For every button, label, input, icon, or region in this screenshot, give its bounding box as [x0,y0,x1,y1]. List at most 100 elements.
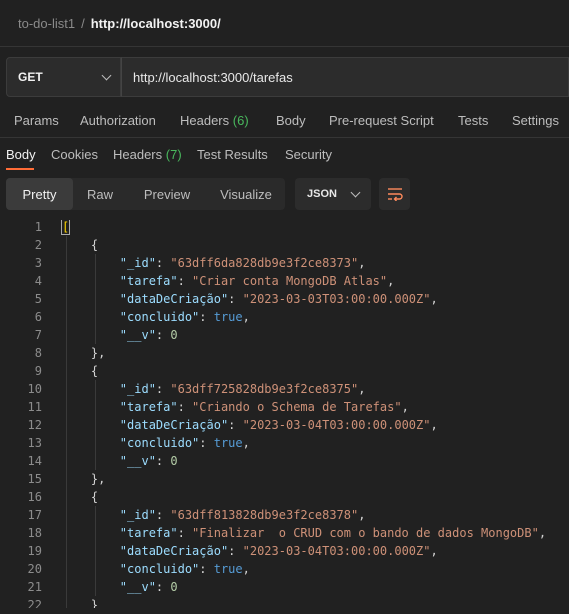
tab-settings[interactable]: Settings [512,113,559,128]
view-mode-group: Pretty Raw Preview Visualize [6,178,285,210]
line-number: 4 [34,274,42,288]
response-tab-cookies[interactable]: Cookies [51,147,98,162]
format-label: JSON [307,188,337,200]
json-token: "concluido" [119,310,200,324]
json-token: "2023-03-04T03:00:00.000Z" [242,418,431,432]
view-preview-button[interactable]: Preview [131,178,203,210]
response-tab-headers[interactable]: Headers (7) [113,147,182,162]
view-raw-button[interactable]: Raw [73,178,127,210]
json-token: } [62,598,99,608]
json-token: "_id" [119,256,156,270]
code-line: 21 "__v": 0 [0,580,569,598]
json-token: , [430,418,438,432]
code-line: 3 "_id": "63dff6da828db9e3f2ce8373", [0,256,569,274]
line-number: 12 [27,418,42,432]
code-line: 16 { [0,490,569,508]
json-token: : [228,544,243,558]
wrap-lines-button[interactable] [379,178,410,210]
code-text: } [62,598,98,608]
json-token: "__v" [119,454,156,468]
json-token: , [242,436,250,450]
response-tab-headers-count: (7) [165,147,182,162]
tab-pre-request-script[interactable]: Pre-request Script [329,113,434,128]
breadcrumb: to-do-list1 / http://localhost:3000/ [0,0,569,47]
response-tab-test-results[interactable]: Test Results [197,147,268,162]
json-token: { [62,490,99,504]
line-number: 3 [34,256,42,270]
line-number: 18 [27,526,42,540]
json-token: : [199,436,214,450]
code-text: "_id": "63dff813828db9e3f2ce8378", [62,508,366,522]
code-line: 20 "concluido": true, [0,562,569,580]
view-pretty-button[interactable]: Pretty [6,178,73,210]
code-line: 13 "concluido": true, [0,436,569,454]
code-text: "tarefa": "Finalizar o CRUD com o bando … [62,526,546,540]
json-token: { [62,364,99,378]
code-line: 14 "__v": 0 [0,454,569,472]
method-label: GET [18,70,43,84]
json-token: "tarefa" [119,400,178,414]
tab-body[interactable]: Body [276,113,306,128]
json-token: }, [62,346,106,360]
json-token: : [155,256,171,270]
line-number: 16 [27,490,42,504]
code-text: "tarefa": "Criando o Schema de Tarefas", [62,400,409,414]
tab-tests[interactable]: Tests [458,113,488,128]
json-token: : [199,310,214,324]
json-token: "63dff813828db9e3f2ce8378" [170,508,359,522]
json-token: "_id" [119,508,156,522]
code-line: 19 "dataDeCriação": "2023-03-04T03:00:00… [0,544,569,562]
code-line: 4 "tarefa": "Criar conta MongoDB Atlas", [0,274,569,292]
code-line: 9 { [0,364,569,382]
json-token: true [213,562,243,576]
format-select[interactable]: JSON [295,178,371,210]
code-line: 7 "__v": 0 [0,328,569,346]
tab-headers[interactable]: Headers (6) [180,113,249,128]
json-token: "__v" [119,328,156,342]
json-token: , [358,382,366,396]
method-select[interactable]: GET [6,57,121,97]
code-line: 5 "dataDeCriação": "2023-03-03T03:00:00.… [0,292,569,310]
breadcrumb-collection[interactable]: to-do-list1 [18,16,75,31]
json-token: : [199,562,214,576]
tab-authorization[interactable]: Authorization [80,113,156,128]
url-input[interactable]: http://localhost:3000/tarefas [121,57,569,97]
tab-params[interactable]: Params [14,113,59,128]
code-line: 18 "tarefa": "Finalizar o CRUD com o ban… [0,526,569,544]
json-token: "concluido" [119,562,200,576]
breadcrumb-separator: / [81,16,85,31]
json-token: : [228,292,243,306]
code-text: "concluido": true, [62,436,250,450]
json-token: "63dff725828db9e3f2ce8375" [170,382,359,396]
json-token: 0 [170,454,178,468]
code-text: }, [62,472,105,486]
response-body-viewer[interactable]: 1[2 {3 "_id": "63dff6da828db9e3f2ce8373"… [0,220,569,608]
chevron-down-icon [101,70,112,80]
tab-headers-label: Headers [180,113,230,128]
code-line: 22 } [0,598,569,608]
breadcrumb-request[interactable]: http://localhost:3000/ [91,16,221,31]
json-token: : [177,526,193,540]
code-text: "dataDeCriação": "2023-03-04T03:00:00.00… [62,544,438,558]
response-tab-security[interactable]: Security [285,147,332,162]
response-tab-body[interactable]: Body [6,147,36,162]
code-text: }, [62,346,105,360]
json-token: "Criando o Schema de Tarefas" [192,400,402,414]
wrap-lines-icon [387,188,403,201]
code-line: 2 { [0,238,569,256]
code-line: 11 "tarefa": "Criando o Schema de Tarefa… [0,400,569,418]
view-visualize-button[interactable]: Visualize [207,178,285,210]
json-token: , [430,544,438,558]
code-text: "__v": 0 [62,454,178,468]
code-text: "concluido": true, [62,562,250,576]
code-text: { [62,238,98,252]
line-number: 8 [34,346,42,360]
